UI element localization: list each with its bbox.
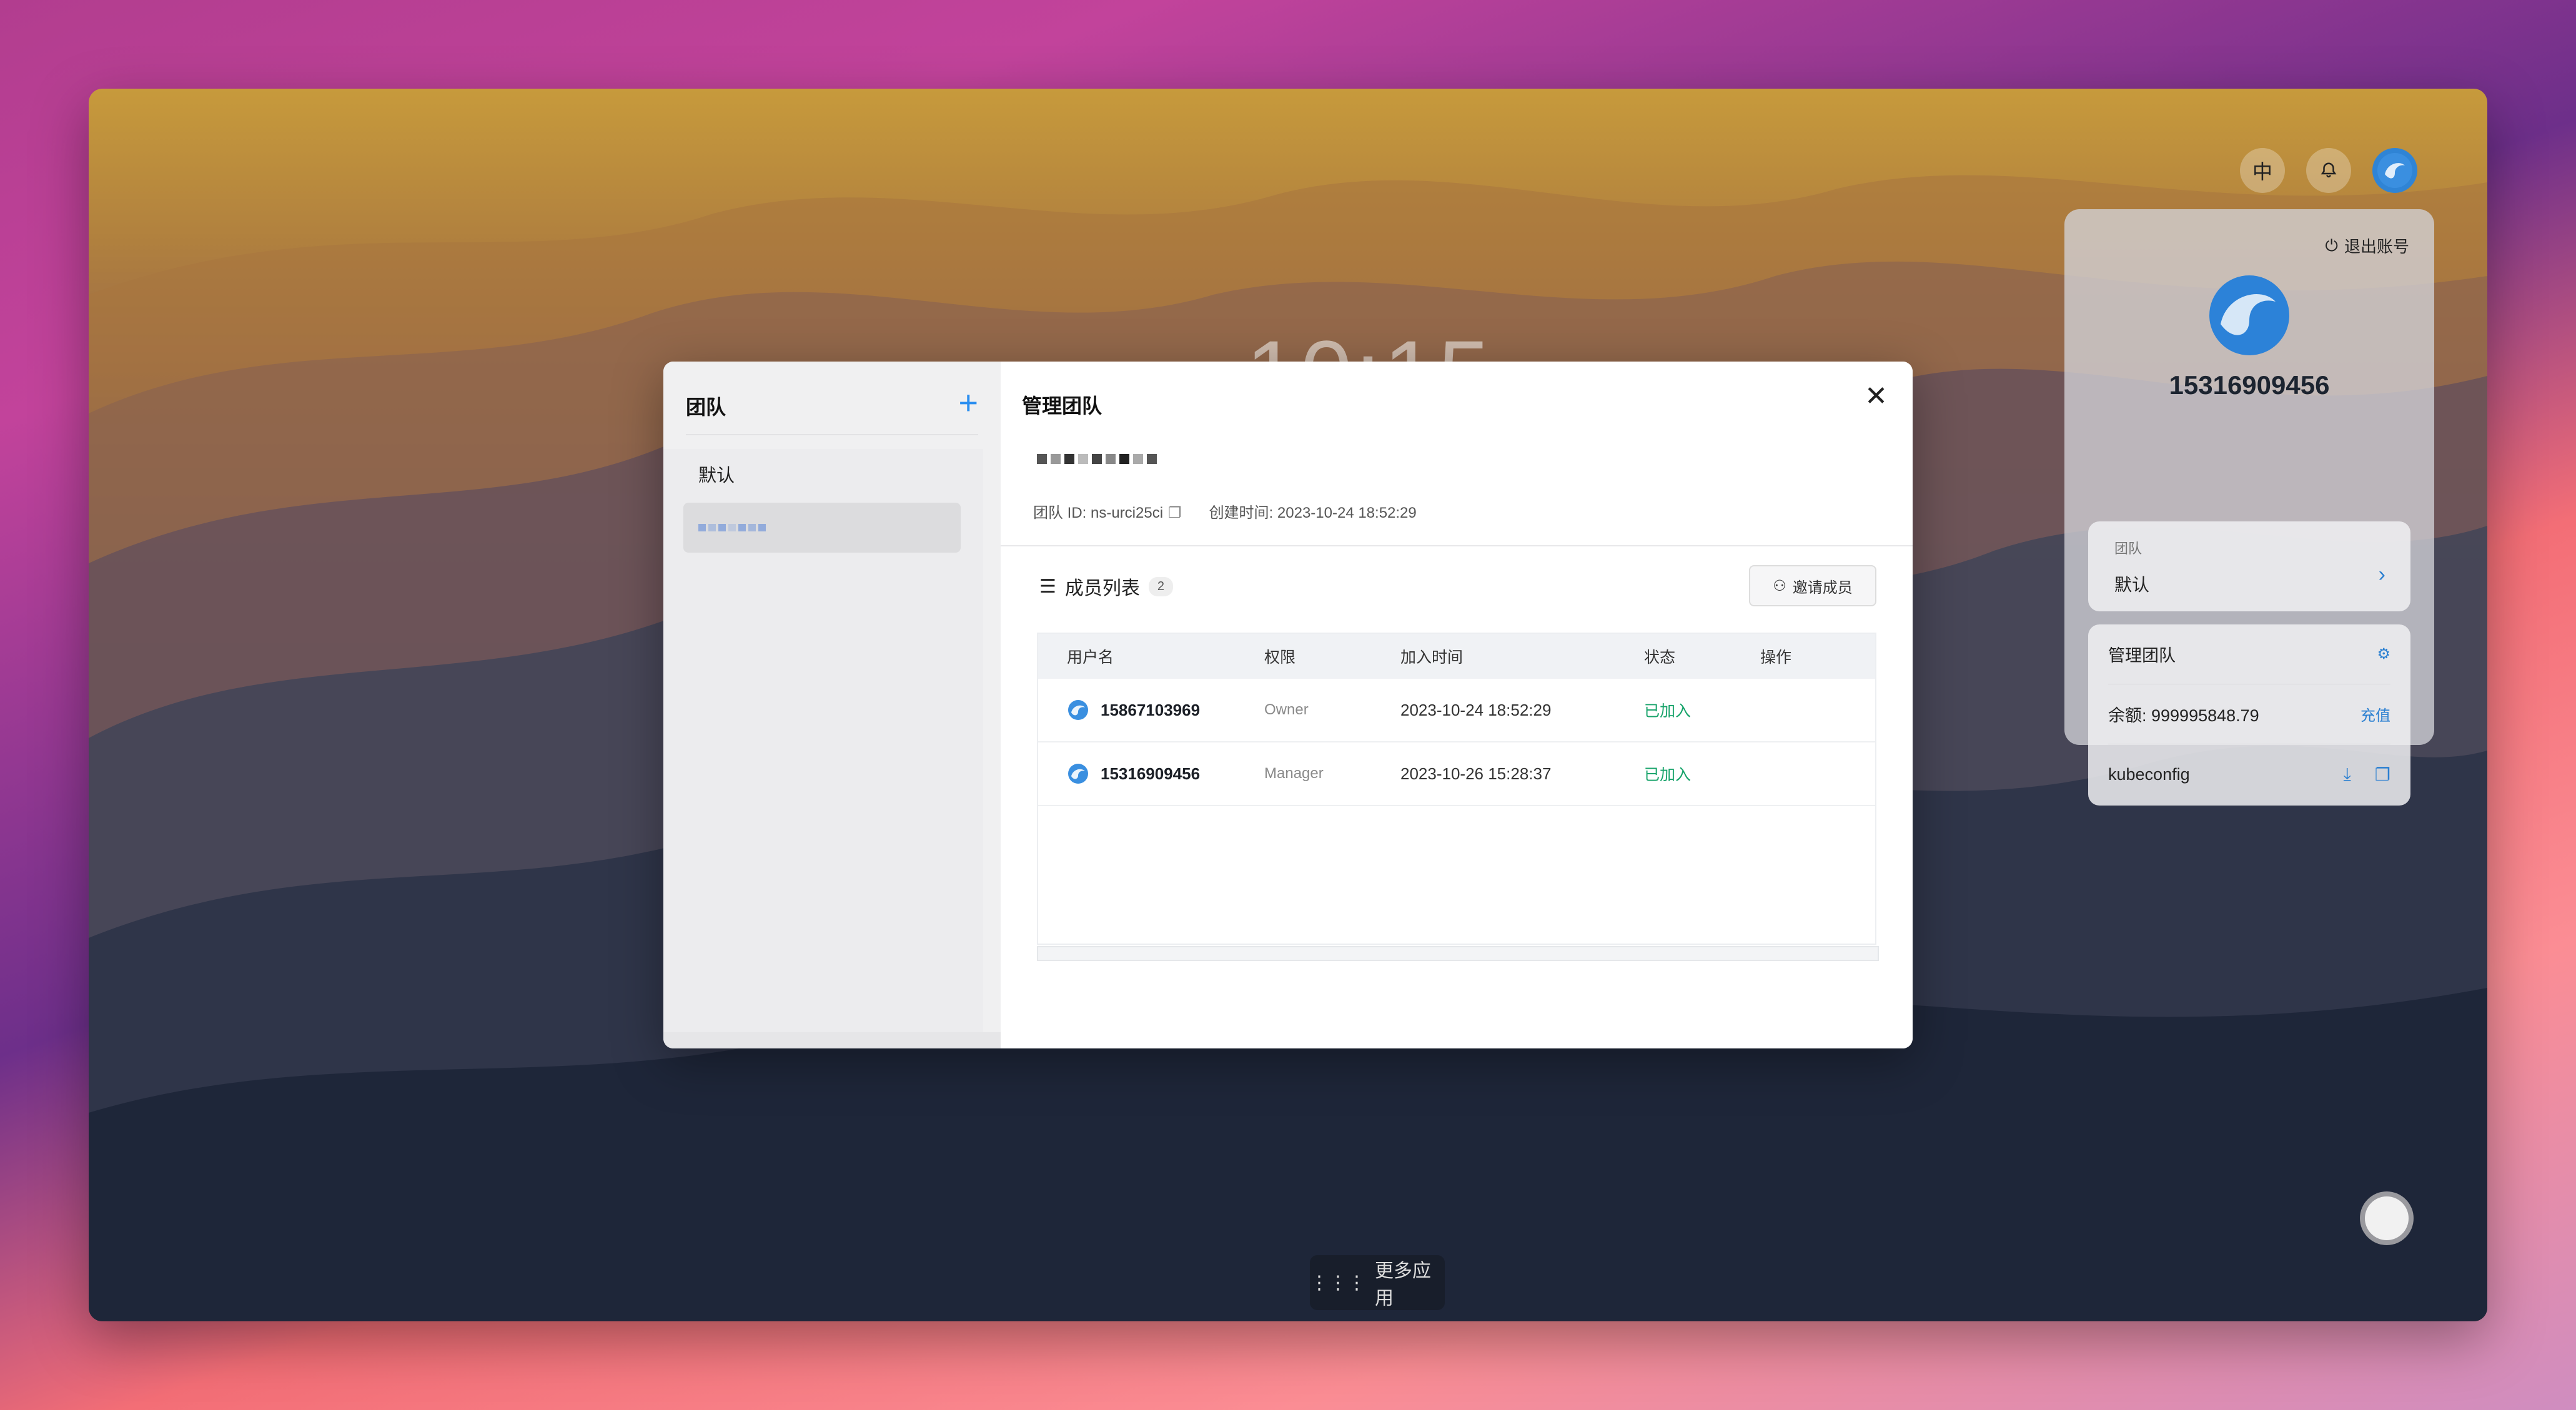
manage-team-row[interactable]: 管理团队 ⚙ [2108, 624, 2390, 684]
column-role: 权限 [1264, 649, 1296, 666]
team-switcher[interactable]: 团队 默认 › [2088, 521, 2410, 611]
member-cell: 15316909456 [1038, 762, 1264, 785]
member-avatar-icon [1068, 700, 1088, 720]
member-joined-time: 2023-10-26 15:28:37 [1400, 764, 1552, 783]
invite-label: 邀请成员 [1792, 579, 1853, 596]
team-item-default[interactable]: 默认 [683, 449, 961, 499]
copy-icon[interactable]: ❐ [1168, 505, 1182, 521]
balance-row: 余额: 999995848.79 充值 [2108, 684, 2390, 744]
member-username: 15867103969 [1101, 700, 1201, 719]
more-apps-label: 更多应用 [1375, 1261, 1431, 1309]
column-joined-time: 加入时间 [1400, 649, 1464, 666]
column-username: 用户名 [1067, 649, 1114, 666]
blurred-team-name [698, 524, 766, 531]
members-count-badge: 2 [1148, 576, 1174, 596]
members-header: ☰ 成员列表 2 [1039, 573, 1174, 600]
sidebar-scrollbar[interactable] [663, 1032, 1001, 1048]
logout-button[interactable]: ⏻ 退出账号 [2325, 234, 2409, 257]
team-id-label: 团队 ID: ns-urci25ci [1033, 505, 1164, 521]
notification-button[interactable] [2306, 148, 2351, 193]
manage-team-dialog: 团队 + 默认 管理团队 ✕ 团队 ID: ns-urci25ci ❐ 创建时间:… [663, 362, 1913, 1048]
team-id: 团队 ID: ns-urci25ci ❐ [1033, 500, 1182, 522]
user-avatar-button[interactable] [2372, 148, 2417, 193]
team-item-selected[interactable] [683, 503, 961, 553]
manage-team-label: 管理团队 [2108, 646, 2176, 665]
kubeconfig-row: kubeconfig ⤓ ❐ [2108, 744, 2390, 804]
dialog-title: 管理团队 [1022, 395, 1102, 417]
kubeconfig-label: kubeconfig [2108, 764, 2190, 784]
member-status: 已加入 [1644, 703, 1692, 720]
table-horizontal-scrollbar[interactable] [1037, 946, 1879, 961]
more-apps-button[interactable]: ⋮⋮⋮ 更多应用 [1310, 1255, 1445, 1310]
members-table: 用户名 权限 加入时间 状态 操作 15867103969 Owner 2023… [1037, 633, 1876, 945]
team-sidebar-title: 团队 [686, 396, 726, 418]
settings-gear-icon: ⚙ [2377, 646, 2390, 663]
logout-label: 退出账号 [2344, 237, 2409, 256]
team-created-time: 创建时间: 2023-10-24 18:52:29 [1209, 505, 1417, 521]
copy-icon[interactable]: ❐ [2375, 764, 2390, 785]
recharge-button[interactable]: 充值 [2361, 703, 2390, 725]
language-switch-button[interactable]: 中 [2240, 148, 2285, 193]
grid-icon: ⋮⋮⋮ [1310, 1272, 1366, 1293]
user-avatar-icon [2377, 153, 2412, 188]
member-status: 已加入 [1644, 766, 1692, 784]
balance-label: 余额: 999995848.79 [2108, 706, 2259, 725]
download-icon[interactable]: ⤓ [2344, 764, 2351, 785]
member-username: 15316909456 [1101, 764, 1201, 783]
table-row: 15867103969 Owner 2023-10-24 18:52:29 已加… [1038, 679, 1875, 742]
floating-assistant-button[interactable] [2360, 1191, 2414, 1245]
member-role: Owner [1264, 701, 1309, 718]
section-divider [1001, 545, 1913, 546]
member-avatar-icon [1068, 764, 1088, 784]
close-icon[interactable]: ✕ [1865, 380, 1888, 412]
member-joined-time: 2023-10-24 18:52:29 [1400, 700, 1552, 719]
blurred-team-title [1037, 454, 1157, 464]
team-switcher-value: 默认 [2114, 575, 2150, 594]
language-label: 中 [2252, 160, 2272, 183]
user-panel: ⏻ 退出账号 15316909456 团队 默认 › 管理团队 ⚙ 余额: 99… [2064, 209, 2434, 806]
account-menu: 管理团队 ⚙ 余额: 999995848.79 充值 kubeconfig ⤓ … [2088, 624, 2410, 806]
top-right-toolbar: 中 [2240, 148, 2417, 193]
column-actions: 操作 [1760, 649, 1792, 666]
team-meta: 团队 ID: ns-urci25ci ❐ 创建时间: 2023-10-24 18:… [1033, 500, 1417, 522]
team-item-label: 默认 [698, 466, 735, 486]
plus-icon[interactable]: + [958, 386, 978, 434]
team-sidebar: 团队 + 默认 [663, 362, 1001, 1048]
column-status: 状态 [1644, 649, 1676, 666]
bell-icon [2321, 162, 2337, 178]
chevron-right-icon: › [2378, 563, 2385, 586]
add-user-icon: ⚇ [1773, 577, 1786, 594]
members-title: 成员列表 [1064, 578, 1140, 599]
profile-avatar-icon [2209, 275, 2289, 355]
invite-member-button[interactable]: ⚇ 邀请成员 [1749, 565, 1876, 606]
member-cell: 15867103969 [1038, 699, 1264, 721]
table-row: 15316909456 Manager 2023-10-26 15:28:37 … [1038, 742, 1875, 806]
list-icon: ☰ [1039, 576, 1056, 597]
member-role: Manager [1264, 765, 1324, 782]
team-switcher-label: 团队 [2114, 541, 2143, 556]
table-header: 用户名 权限 加入时间 状态 操作 [1038, 634, 1875, 679]
profile-username: 15316909456 [2169, 370, 2330, 400]
team-detail-panel: 管理团队 ✕ 团队 ID: ns-urci25ci ❐ 创建时间: 2023-10… [1001, 362, 1913, 1048]
power-icon: ⏻ [2325, 235, 2338, 255]
team-sidebar-header: 团队 + [686, 386, 978, 435]
